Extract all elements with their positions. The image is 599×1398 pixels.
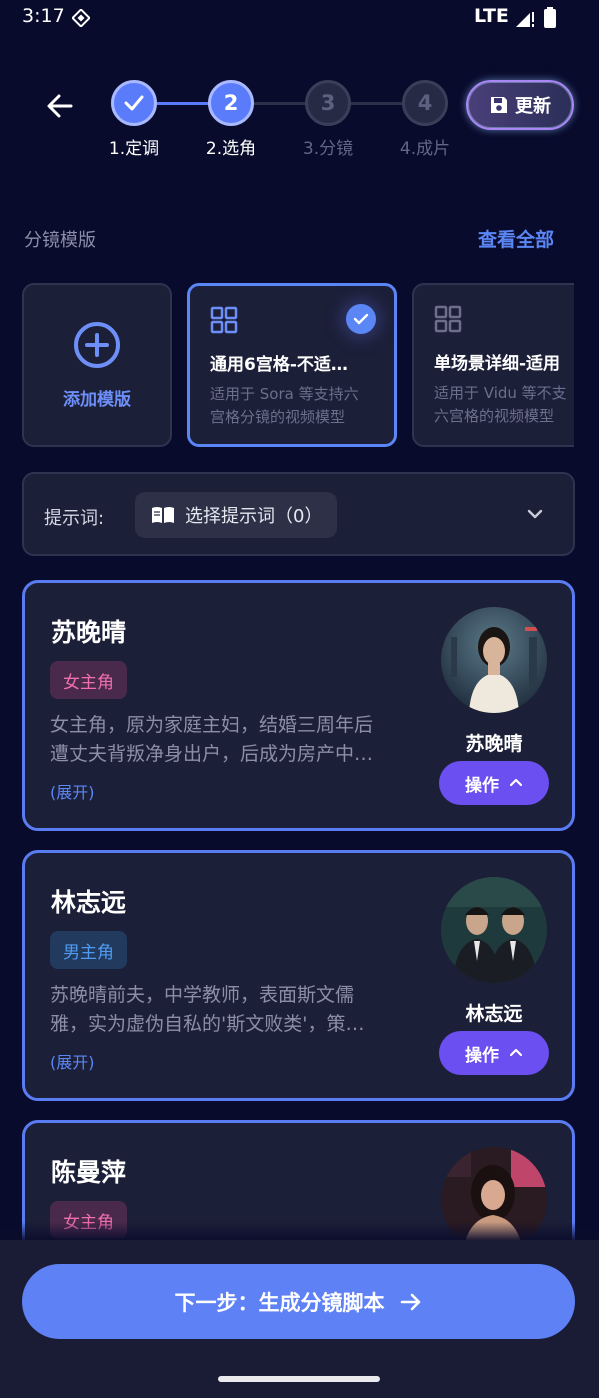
chevron-up-icon	[509, 1048, 523, 1057]
template-carousel[interactable]: 添加模版 通用6宫格-不适… 适用于 Sora 等支持六 宫格分镜的视频模型 单…	[22, 282, 574, 448]
add-template-label: 添加模版	[63, 389, 131, 410]
character-name: 陈曼萍	[51, 1158, 127, 1187]
status-bar: 3:17 LTE	[0, 0, 599, 36]
step-2-label: 2.选角	[205, 139, 257, 159]
character-card[interactable]: 林志远 男主角 苏晚晴前夫，中学教师，表面斯文儒 雅，实为虚伪自私的'斯文败类'…	[22, 850, 575, 1101]
step-1-circle	[111, 80, 157, 126]
expand-link[interactable]: (展开)	[50, 779, 95, 803]
app-notification-icon	[72, 9, 90, 27]
template-desc-line: 六宫格的视频模型	[434, 407, 555, 425]
home-indicator[interactable]	[218, 1376, 380, 1382]
action-button[interactable]: 操作	[439, 761, 549, 805]
template-card-1[interactable]: 通用6宫格-不适… 适用于 Sora 等支持六 宫格分镜的视频模型	[187, 283, 397, 447]
description-line: 女主角，原为家庭主妇，结婚三周年后	[50, 714, 374, 736]
step-1[interactable]: 1.定调	[94, 80, 174, 159]
character-name: 苏晚晴	[51, 618, 127, 647]
step-3[interactable]: 3 3.分镜	[288, 80, 368, 159]
section-title-templates: 分镜模版	[24, 230, 96, 251]
save-icon	[491, 97, 507, 113]
role-badge: 男主角	[50, 931, 127, 969]
next-step-label: 下一步：生成分镜脚本	[174, 1290, 385, 1315]
update-button[interactable]: 更新	[466, 80, 574, 130]
back-arrow-icon	[47, 94, 73, 118]
network-type: LTE	[474, 5, 509, 27]
step-4[interactable]: 4 4.成片	[385, 80, 465, 159]
selected-check-badge	[346, 304, 376, 334]
chevron-down-icon[interactable]	[525, 504, 545, 524]
step-2-circle: 2	[208, 80, 254, 126]
add-template-card[interactable]: 添加模版	[22, 283, 172, 447]
template-name: 单场景详细-适用	[434, 354, 561, 374]
step-3-label: 3.分镜	[302, 139, 354, 159]
check-icon	[124, 95, 144, 111]
arrow-right-icon	[400, 1293, 420, 1310]
check-icon	[353, 313, 369, 325]
signal-icon	[516, 12, 534, 27]
avatar-name: 苏晚晴	[465, 733, 523, 755]
avatar[interactable]	[441, 877, 547, 983]
character-name: 林志远	[51, 888, 127, 917]
view-all-link[interactable]: 查看全部	[478, 225, 554, 252]
description-line: 苏晚晴前夫，中学教师，表面斯文儒	[50, 984, 355, 1006]
template-name: 通用6宫格-不适…	[210, 355, 348, 375]
step-1-label: 1.定调	[108, 139, 160, 159]
update-label: 更新	[515, 96, 551, 117]
step-4-circle: 4	[402, 80, 448, 126]
step-2[interactable]: 2 2.选角	[191, 80, 271, 159]
plus-circle-icon	[74, 321, 120, 368]
description-line: 雅，实为虚伪自私的'斯文败类'，策…	[50, 1013, 365, 1035]
next-step-button[interactable]: 下一步：生成分镜脚本	[22, 1264, 575, 1339]
character-description: 苏晚晴前夫，中学教师，表面斯文儒 雅，实为虚伪自私的'斯文败类'，策…	[50, 981, 420, 1039]
template-desc: 适用于 Sora 等支持六 宫格分镜的视频模型	[210, 383, 376, 429]
action-button[interactable]: 操作	[439, 1031, 549, 1075]
character-portrait-image	[441, 877, 547, 983]
template-desc: 适用于 Vidu 等不支 六宫格的视频模型	[434, 382, 574, 428]
character-card[interactable]: 苏晚晴 女主角 女主角，原为家庭主妇，结婚三周年后 遭丈夫背叛净身出户，后成为房…	[22, 580, 575, 831]
grid-icon	[210, 306, 238, 334]
prompt-label: 提示词:	[44, 508, 105, 529]
prompt-row: 提示词: 选择提示词（0）	[22, 472, 575, 556]
role-badge: 女主角	[50, 661, 127, 699]
template-desc-line: 宫格分镜的视频模型	[210, 408, 346, 426]
action-label: 操作	[465, 775, 499, 796]
prompt-select-label: 选择提示词（0）	[185, 506, 323, 527]
bottom-fade	[0, 1222, 599, 1242]
avatar[interactable]	[441, 607, 547, 713]
template-card-2[interactable]: 单场景详细-适用 适用于 Vidu 等不支 六宫格的视频模型	[412, 283, 574, 447]
step-4-label: 4.成片	[399, 139, 451, 159]
book-icon	[152, 507, 174, 523]
avatar-name: 林志远	[465, 1003, 523, 1025]
back-button[interactable]	[38, 84, 82, 128]
template-desc-line: 适用于 Vidu 等不支	[434, 384, 567, 402]
step-3-circle: 3	[305, 80, 351, 126]
prompt-select-button[interactable]: 选择提示词（0）	[135, 492, 337, 538]
battery-icon	[544, 7, 556, 28]
character-description: 女主角，原为家庭主妇，结婚三周年后 遭丈夫背叛净身出户，后成为房产中…	[50, 711, 420, 769]
template-desc-line: 适用于 Sora 等支持六	[210, 385, 359, 403]
grid-icon	[434, 305, 462, 333]
chevron-up-icon	[509, 778, 523, 787]
status-time: 3:17	[22, 5, 65, 27]
description-line: 遭丈夫背叛净身出户，后成为房产中…	[50, 743, 374, 765]
action-label: 操作	[465, 1045, 499, 1066]
character-portrait-image	[441, 607, 547, 713]
expand-link[interactable]: (展开)	[50, 1049, 95, 1073]
